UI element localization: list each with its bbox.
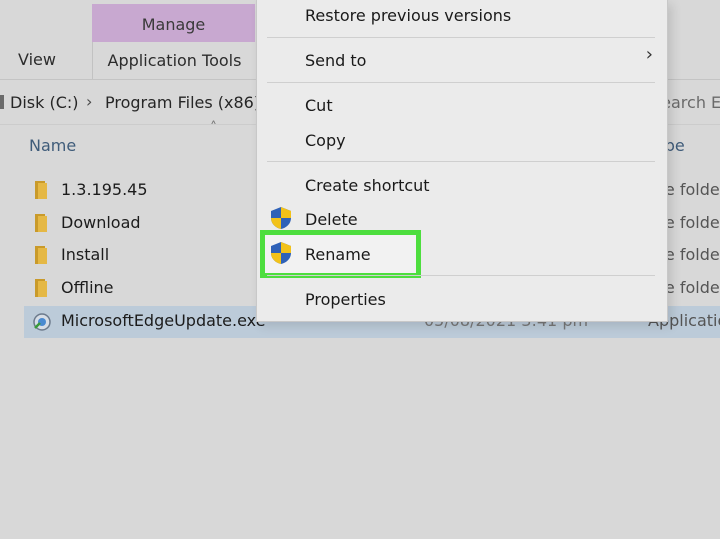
menu-separator [267,37,655,38]
shield-icon [271,207,291,229]
menu-item-create-shortcut[interactable]: Create shortcut [305,176,430,195]
shield-icon [271,242,291,264]
context-menu: Restore previous versions Send to › Cut … [256,0,668,322]
tab-application-tools-label: Application Tools [107,51,242,70]
column-header-name[interactable]: Name [29,136,76,155]
menu-separator [267,82,655,83]
folder-icon [35,181,55,201]
breadcrumb-program-files[interactable]: Program Files (x86) [105,93,260,112]
breadcrumb-edge [0,95,4,109]
tab-view[interactable]: View [18,50,56,69]
folder-icon [35,246,55,266]
folder-icon [35,214,55,234]
chevron-right-icon[interactable]: › [86,92,92,111]
file-name: MicrosoftEdgeUpdate.exe [61,311,266,330]
file-name: Install [61,245,110,264]
breadcrumb-disk[interactable]: Disk (C:) [10,93,79,112]
menu-item-send-to[interactable]: Send to [305,51,366,70]
file-name: Download [61,213,141,232]
menu-item-cut[interactable]: Cut [305,96,333,115]
chevron-right-icon: › [645,44,653,65]
tab-manage[interactable]: Manage [92,15,255,34]
menu-separator [267,161,655,162]
menu-item-rename[interactable]: Rename [305,245,371,264]
sort-ascending-icon: ˄ [210,120,217,136]
edge-update-icon [32,312,52,332]
menu-item-properties[interactable]: Properties [305,290,386,309]
tab-application-tools[interactable]: Application Tools [92,42,255,79]
folder-icon [35,279,55,299]
menu-item-copy[interactable]: Copy [305,131,346,150]
file-name: Offline [61,278,114,297]
menu-item-restore-previous-versions[interactable]: Restore previous versions [305,6,511,25]
file-name: 1.3.195.45 [61,180,148,199]
menu-item-delete[interactable]: Delete [305,210,358,229]
menu-separator [267,275,655,276]
